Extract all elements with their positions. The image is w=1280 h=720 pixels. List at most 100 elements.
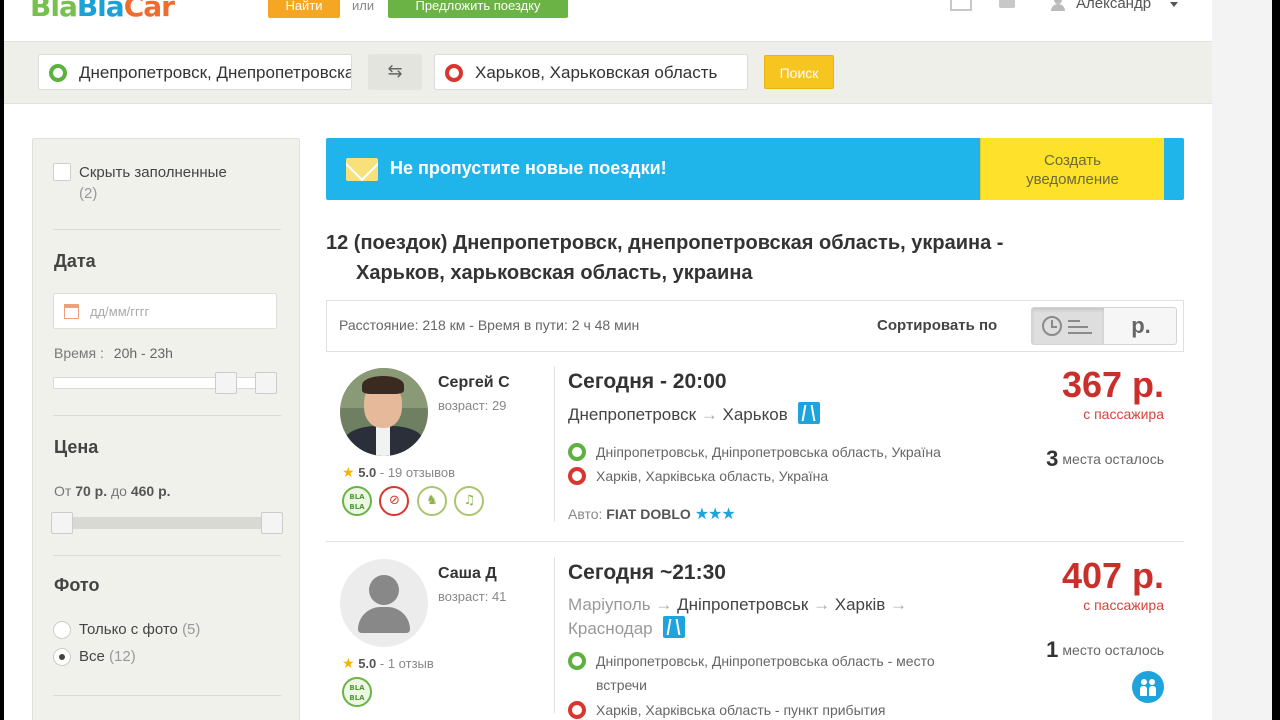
to-field-value[interactable]: Харьков, Харьковская область: [475, 63, 717, 83]
trip-price: 407 р.: [1061, 555, 1164, 596]
seats-count: 1: [1046, 637, 1059, 662]
star-icon: ★: [342, 655, 355, 671]
time-range-value: 20h - 23h: [113, 345, 173, 361]
filters-sidebar: Скрыть заполненные (2) Дата дд/мм/гггг В…: [32, 138, 300, 720]
hide-full-count: (2): [79, 185, 98, 202]
price-filter-title: Цена: [54, 437, 99, 457]
driver-name[interactable]: Сергей С: [438, 374, 510, 392]
time-range-prefix: Время :: [54, 345, 104, 361]
rating-value: 5.0: [358, 656, 377, 671]
time-slider-track[interactable]: [53, 377, 277, 389]
seats-left: 3 места осталось: [1046, 446, 1164, 472]
route-end: Краснодар: [568, 619, 653, 638]
pets-icon: ♞: [416, 486, 447, 516]
create-alert-line2: уведомление: [1026, 171, 1119, 188]
time-slider-min-handle[interactable]: [215, 372, 237, 394]
mail-icon[interactable]: [950, 0, 972, 11]
photo-all-text: Все: [79, 648, 105, 665]
photo-all-radio[interactable]: [53, 648, 71, 666]
to-field[interactable]: Харьков, Харьковская область: [434, 54, 748, 90]
trip-departure-time[interactable]: Сегодня ~21:30: [568, 561, 726, 585]
sort-by-time-button[interactable]: [1032, 308, 1104, 344]
route-from: Днепропетровск: [568, 405, 697, 424]
trip-card[interactable]: Сергей С возраст: 29 ★ 5.0 - 19 отзывов …: [326, 352, 1184, 542]
offer-trip-button[interactable]: Предложить поездку: [388, 0, 568, 18]
search-button[interactable]: Поиск: [764, 55, 834, 89]
photo-all-count: (12): [109, 648, 136, 665]
driver-avatar[interactable]: [340, 368, 428, 456]
review-count: - 1 отзыв: [379, 656, 434, 671]
date-input-placeholder: дд/мм/гггг: [90, 304, 150, 319]
swap-direction-button[interactable]: ⇆: [368, 54, 422, 90]
create-alert-button[interactable]: Создать уведомление: [980, 138, 1164, 200]
chattiness-icon: BLA BLA: [342, 486, 372, 516]
divider: [53, 695, 281, 696]
driver-age: возраст: 41: [438, 589, 507, 604]
dropoff-text: Харків, Харківська область - пункт прибы…: [596, 702, 886, 718]
from-field[interactable]: Днепропетровск, Днепропетровская область: [38, 54, 352, 90]
no-smoking-icon: ⊘: [379, 486, 410, 516]
arrow-icon: →: [700, 405, 718, 424]
driver-preferences: BLA BLA: [342, 677, 375, 707]
trip-alert-banner: Не пропустите новые поездки! Создать уве…: [326, 138, 1184, 200]
pickup-point: Дніпропетровськ, Дніпропетровська област…: [568, 440, 998, 464]
logo-part-2: Bla: [76, 0, 125, 23]
driver-preferences: BLA BLA ⊘ ♞ ♫: [342, 486, 487, 516]
music-icon: ♫: [454, 486, 485, 516]
calendar-icon: [64, 304, 79, 319]
clock-icon: [1042, 316, 1062, 336]
blablacar-logo[interactable]: BlaBlaCar: [30, 0, 175, 23]
price-range-text: От 70 р. до 460 р.: [54, 483, 171, 499]
ladies-only-icon: [1132, 671, 1164, 703]
pickup-marker-icon: [568, 443, 586, 461]
results-title-line2: Харьков, харьковская область, украина: [356, 262, 753, 284]
hide-full-checkbox[interactable]: [53, 163, 71, 181]
user-icon[interactable]: [1050, 0, 1066, 12]
trip-card[interactable]: Саша Д возраст: 41 ★ 5.0 - 1 отзыв BLA BL…: [326, 543, 1184, 720]
sort-toggle: р.: [1031, 307, 1177, 345]
chattiness-icon: BLA BLA: [342, 677, 372, 707]
price-slider-track[interactable]: [53, 517, 277, 529]
price-note: с пассажира: [1083, 406, 1164, 422]
find-trip-button[interactable]: Найти: [268, 0, 340, 18]
pickup-point: Дніпропетровськ, Дніпропетровська област…: [568, 649, 978, 697]
car-comfort-stars-icon: ★★★: [694, 506, 736, 523]
chevron-down-icon[interactable]: [1170, 2, 1178, 7]
dropoff-marker-icon: [568, 467, 586, 485]
seats-left: 1 место осталось: [1046, 637, 1164, 663]
price-slider-max-handle[interactable]: [261, 512, 283, 534]
photo-only-radio[interactable]: [53, 621, 71, 639]
driver-avatar-placeholder[interactable]: [340, 559, 428, 647]
notification-bell-icon[interactable]: [999, 0, 1015, 12]
driver-name[interactable]: Саша Д: [438, 565, 497, 583]
divider: [53, 229, 281, 230]
photo-only-label: Только с фото (5): [79, 621, 200, 638]
route-to: Харків: [834, 595, 886, 614]
date-input[interactable]: дд/мм/гггг: [53, 293, 277, 329]
rating-value: 5.0: [358, 465, 377, 480]
user-menu-name[interactable]: Александр: [1076, 0, 1151, 12]
create-alert-line1: Создать: [1043, 152, 1101, 169]
trip-price: 367 р.: [1061, 364, 1164, 405]
photo-only-count: (5): [182, 621, 201, 638]
price-max-value: 460 р.: [130, 483, 171, 499]
sort-by-price-button[interactable]: р.: [1104, 308, 1176, 344]
envelope-icon: [346, 158, 378, 181]
driver-rating: ★ 5.0 - 19 отзывов: [342, 464, 455, 481]
results-title-line1: 12 (поездок) Днепропетровск, днепропетро…: [326, 232, 1004, 254]
trip-route: Днепропетровск → Харьков: [568, 402, 988, 426]
divider: [53, 415, 281, 416]
time-slider-max-handle[interactable]: [255, 372, 277, 394]
car-prefix: Авто:: [568, 506, 603, 522]
arrow-icon: →: [890, 595, 907, 614]
price-from-word: От: [54, 483, 72, 499]
highway-icon: [798, 402, 821, 424]
highway-icon: [663, 616, 686, 638]
divider: [554, 557, 555, 713]
price-to-word: до: [111, 483, 127, 499]
price-slider-min-handle[interactable]: [51, 512, 73, 534]
trip-departure-time[interactable]: Сегодня - 20:00: [568, 370, 727, 394]
from-field-value[interactable]: Днепропетровск, Днепропетровская область: [79, 63, 351, 83]
photo-filter-title: Фото: [54, 575, 100, 595]
car-info: Авто: FIAT DOBLO ★★★: [568, 504, 736, 524]
